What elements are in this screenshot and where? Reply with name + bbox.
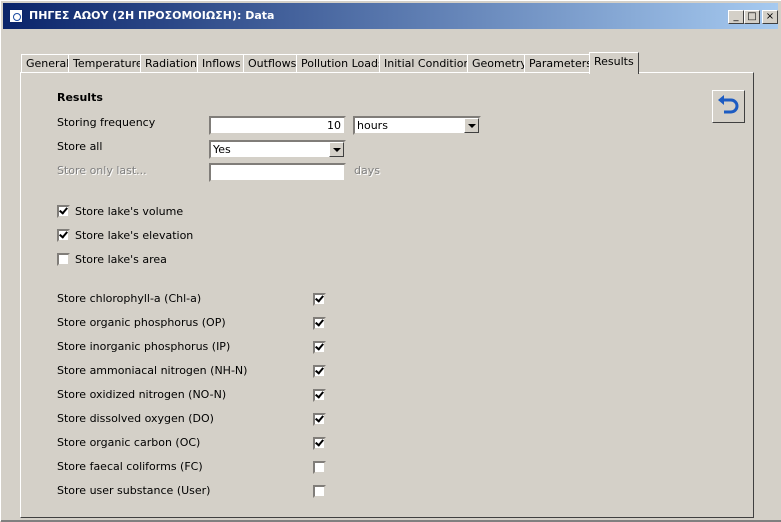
store-only-last-label: Store only last... <box>57 164 147 177</box>
results-heading: Results <box>57 91 103 104</box>
lake-area-checkbox[interactable] <box>57 253 70 266</box>
op-label: Store organic phosphorus (OP) <box>57 316 226 329</box>
tab-inflows[interactable]: Inflows <box>197 54 246 73</box>
frequency-unit-select[interactable]: hours <box>353 116 481 135</box>
tab-initial-conditions[interactable]: Initial Conditions <box>379 54 482 73</box>
lake-volume-label: Store lake's volume <box>75 205 184 218</box>
non-checkbox[interactable] <box>313 389 326 402</box>
fc-label: Store faecal coliforms (FC) <box>57 460 203 473</box>
days-unit-label: days <box>354 164 380 177</box>
tab-outflows[interactable]: Outflows <box>243 54 302 73</box>
tab-radiation[interactable]: Radiation <box>140 54 202 73</box>
frequency-unit-value: hours <box>357 119 388 132</box>
window-title: ΠΗΓΕΣ ΑΩΟΥ (2Η ΠΡΟΣΟΜΟΙΩΣΗ): Data <box>29 9 275 22</box>
store-all-value: Yes <box>213 143 231 156</box>
tab-geometry[interactable]: Geometry <box>467 54 532 73</box>
tab-pollution-loads[interactable]: Pollution Loads <box>296 54 389 73</box>
app-icon <box>9 9 23 23</box>
oc-checkbox[interactable] <box>313 437 326 450</box>
oc-label: Store organic carbon (OC) <box>57 436 201 449</box>
chla-label: Store chlorophyll-a (Chl-a) <box>57 292 202 305</box>
undo-button[interactable] <box>712 90 745 123</box>
maximize-button[interactable]: □ <box>744 10 760 24</box>
do-checkbox[interactable] <box>313 413 326 426</box>
tab-parameters[interactable]: Parameters <box>524 54 597 73</box>
ip-label: Store inorganic phosphorus (IP) <box>57 340 231 353</box>
store-all-select[interactable]: Yes <box>209 140 346 159</box>
chla-checkbox[interactable] <box>313 293 326 306</box>
op-checkbox[interactable] <box>313 317 326 330</box>
lake-elevation-label: Store lake's elevation <box>75 229 194 242</box>
close-button[interactable]: × <box>762 10 778 24</box>
storing-frequency-input[interactable]: 10 <box>209 116 346 135</box>
tab-temperature[interactable]: Temperature <box>68 54 148 73</box>
nhn-checkbox[interactable] <box>313 365 326 378</box>
store-only-last-input[interactable] <box>209 163 346 182</box>
user-substance-checkbox[interactable] <box>313 485 326 498</box>
non-label: Store oxidized nitrogen (NO-N) <box>57 388 227 401</box>
tab-general[interactable]: General <box>21 54 75 73</box>
title-bar[interactable]: ΠΗΓΕΣ ΑΩΟΥ (2Η ΠΡΟΣΟΜΟΙΩΣΗ): Data _ □ × <box>3 3 778 29</box>
lake-area-label: Store lake's area <box>75 253 167 266</box>
lake-elevation-checkbox[interactable] <box>57 229 70 242</box>
chevron-down-icon[interactable] <box>464 118 479 133</box>
nhn-label: Store ammoniacal nitrogen (NH-N) <box>57 364 248 377</box>
fc-checkbox[interactable] <box>313 461 326 474</box>
undo-arrow-icon <box>718 95 739 114</box>
storing-frequency-label: Storing frequency <box>57 116 156 129</box>
data-window: ΠΗΓΕΣ ΑΩΟΥ (2Η ΠΡΟΣΟΜΟΙΩΣΗ): Data _ □ × … <box>0 0 781 522</box>
minimize-button[interactable]: _ <box>728 10 744 24</box>
tab-results[interactable]: Results <box>589 52 639 74</box>
lake-volume-checkbox[interactable] <box>57 205 70 218</box>
user-substance-label: Store user substance (User) <box>57 484 211 497</box>
store-all-label: Store all <box>57 140 103 153</box>
do-label: Store dissolved oxygen (DO) <box>57 412 214 425</box>
ip-checkbox[interactable] <box>313 341 326 354</box>
chevron-down-icon[interactable] <box>329 142 344 157</box>
